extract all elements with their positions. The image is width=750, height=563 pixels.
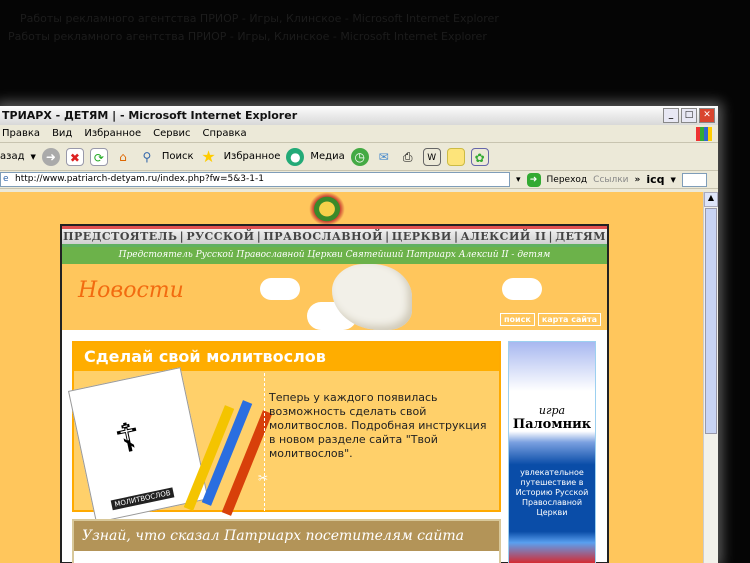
cut-line — [264, 373, 265, 511]
mail-icon[interactable]: ✉ — [375, 148, 393, 166]
go-arrow-icon[interactable]: ➜ — [526, 172, 541, 187]
page-content: ПРЕДСТОЯТЕЛЬ | РУССКОЙ | ПРАВОСЛАВНОЙ | ЦЕР… — [0, 192, 703, 563]
promo-title[interactable]: Сделай свой молитвослов — [74, 343, 499, 371]
icq-button[interactable]: icq — [646, 173, 664, 186]
address-dropdown-icon[interactable]: ▾ — [516, 175, 521, 185]
banner-description: увлекательное путешествие в Историю Русс… — [515, 468, 589, 517]
background-window-title-2: Работы рекламного агентства ПРИОР - Игры… — [8, 30, 487, 43]
search-button[interactable]: Поиск — [162, 151, 194, 162]
menu-help[interactable]: Справка — [203, 128, 247, 139]
links-button[interactable]: Ссылки — [593, 175, 628, 185]
vertical-scrollbar[interactable]: ▲ — [703, 192, 718, 563]
browser-window: ТРИАРХ - ДЕТЯМ | - Microsoft Internet Ex… — [0, 106, 718, 563]
window-title: ТРИАРХ - ДЕТЯМ | - Microsoft Internet Ex… — [2, 109, 298, 122]
title-bar: ТРИАРХ - ДЕТЯМ | - Microsoft Internet Ex… — [0, 106, 718, 125]
prayer-book-promo[interactable]: Сделай свой молитвослов ☦ МОЛИТВОСЛОВ ✂ … — [68, 341, 501, 524]
emblem-logo — [309, 192, 345, 226]
address-input[interactable]: e http://www.patriarch-detyam.ru/index.ph… — [0, 172, 510, 187]
icq-flower-icon[interactable]: ✿ — [470, 147, 489, 166]
back-button[interactable]: азад — [0, 151, 25, 162]
site-frame: ПРЕДСТОЯТЕЛЬ | РУССКОЙ | ПРАВОСЛАВНОЙ | ЦЕР… — [60, 224, 609, 563]
history-icon[interactable]: ◷ — [350, 147, 369, 166]
favorites-star-icon[interactable]: ★ — [200, 147, 218, 166]
site-nav: ПРЕДСТОЯТЕЛЬ | РУССКОЙ | ПРАВОСЛАВНОЙ | ЦЕР… — [62, 226, 607, 247]
media-button[interactable]: Медиа — [310, 151, 344, 162]
cross-icon: ☦ — [110, 413, 146, 464]
message-title[interactable]: Узнай, что сказал Патриарх посетителям с… — [74, 521, 499, 551]
nav-item[interactable]: ДЕТЯМ — [555, 230, 606, 243]
menu-favorites[interactable]: Избранное — [84, 128, 141, 139]
home-icon[interactable]: ⌂ — [114, 148, 132, 166]
search-icon[interactable]: ⚲ — [138, 148, 156, 166]
cloud-decoration — [502, 278, 542, 300]
address-bar: e http://www.patriarch-detyam.ru/index.ph… — [0, 171, 718, 189]
ie-page-icon: e — [3, 174, 9, 184]
minimize-button[interactable]: _ — [663, 108, 679, 123]
refresh-icon[interactable]: ⟳ — [89, 147, 108, 166]
print-icon[interactable]: ⎙ — [399, 148, 417, 166]
sitemap-link[interactable]: карта сайта — [537, 313, 601, 326]
word-icon[interactable]: W — [422, 147, 441, 166]
palomnik-game-banner[interactable]: игра Паломник увлекательное путешествие … — [508, 341, 596, 563]
go-button[interactable]: Переход — [547, 175, 588, 185]
windows-logo-icon — [696, 126, 712, 141]
site-subtitle: Предстоятель Русской Православной Церкви… — [62, 247, 607, 264]
media-icon[interactable]: ● — [286, 147, 305, 166]
promo-text: Теперь у каждого появилась возможность с… — [269, 391, 487, 460]
maximize-button[interactable]: □ — [681, 108, 697, 123]
section-title: Новости — [78, 278, 184, 303]
background-window-title: Работы рекламного агентства ПРИОР - Игры… — [20, 12, 499, 25]
scroll-thumb[interactable] — [705, 208, 717, 434]
toolbar: азад ▼ ➜ ✖ ⟳ ⌂ ⚲ Поиск ★ Избранное ● Медиа ◷… — [0, 143, 718, 171]
toolbar-search-input[interactable] — [681, 172, 707, 187]
nav-item[interactable]: ЦЕРКВИ — [392, 230, 452, 243]
search-link[interactable]: поиск — [500, 313, 535, 326]
favorites-button[interactable]: Избранное — [224, 151, 281, 162]
nav-item[interactable]: ПРАВОСЛАВНОЙ — [263, 230, 383, 243]
nav-item[interactable]: РУССКОЙ — [186, 230, 254, 243]
stop-icon[interactable]: ✖ — [65, 147, 84, 166]
patriarch-message-block[interactable]: Узнай, что сказал Патриарх посетителям с… — [72, 519, 501, 563]
nav-item[interactable]: ПРЕДСТОЯТЕЛЬ — [63, 230, 177, 243]
cloud-decoration — [260, 278, 300, 300]
close-button[interactable]: ✕ — [699, 108, 715, 123]
scissors-icon: ✂ — [258, 471, 269, 485]
notes-icon[interactable] — [446, 147, 465, 166]
menu-tools[interactable]: Сервис — [153, 128, 190, 139]
banner: Новости поиск карта сайта — [62, 264, 607, 330]
banner-game-name: Паломник — [512, 417, 592, 432]
banner-igra: игра — [538, 404, 566, 417]
nav-item[interactable]: АЛЕКСИЙ II — [461, 230, 547, 243]
book-label: МОЛИТВОСЛОВ — [110, 487, 175, 511]
address-url: http://www.patriarch-detyam.ru/index.php… — [15, 174, 264, 184]
menu-view[interactable]: Вид — [52, 128, 72, 139]
scroll-up-button[interactable]: ▲ — [704, 192, 718, 207]
menu-bar: Правка Вид Избранное Сервис Справка — [0, 125, 718, 143]
forward-icon[interactable]: ➜ — [41, 147, 60, 166]
menu-edit[interactable]: Правка — [2, 128, 40, 139]
